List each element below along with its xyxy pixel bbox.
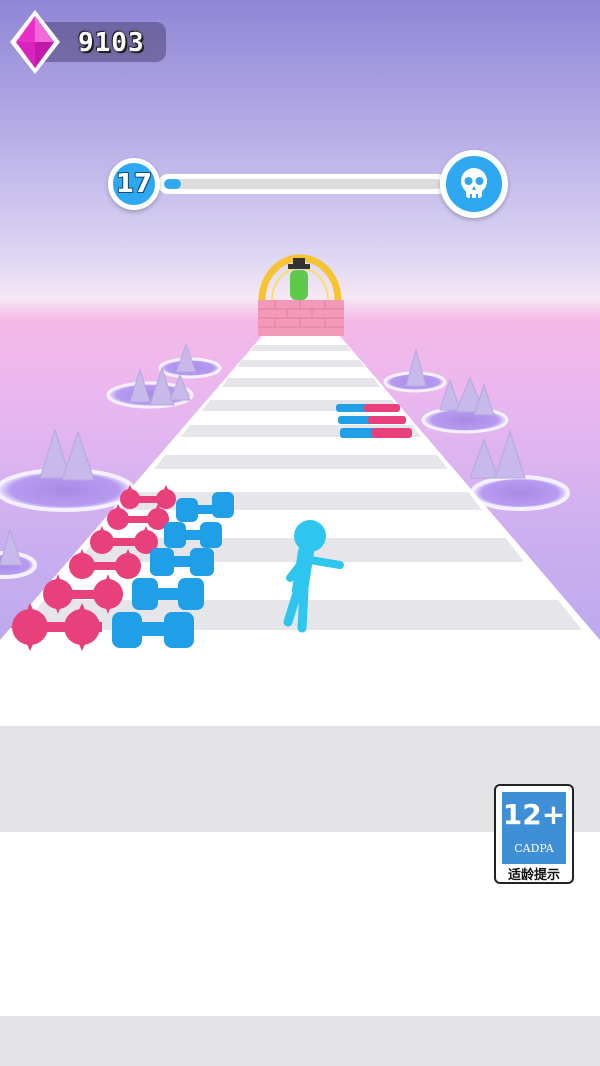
pink-gem-icon bbox=[10, 10, 60, 74]
gem-count: 9103 bbox=[78, 28, 145, 58]
game-world bbox=[0, 254, 600, 1066]
skull-icon bbox=[461, 168, 487, 198]
game-scene: 9103 17 12+ CADPA 适龄提示 bbox=[0, 0, 600, 1066]
age-rating-badge: 12+ CADPA 适龄提示 bbox=[494, 784, 574, 884]
age-rating-number: 12+ bbox=[502, 798, 566, 831]
age-rating-caption: 适龄提示 bbox=[507, 868, 560, 883]
age-rating-org: CADPA bbox=[514, 842, 554, 855]
level-progress-fill bbox=[164, 179, 181, 189]
level-number: 17 bbox=[115, 169, 153, 199]
level-badge: 17 bbox=[108, 158, 160, 210]
boss-badge bbox=[440, 150, 508, 218]
level-progress-bar bbox=[158, 174, 448, 194]
boss-gate bbox=[258, 254, 344, 336]
